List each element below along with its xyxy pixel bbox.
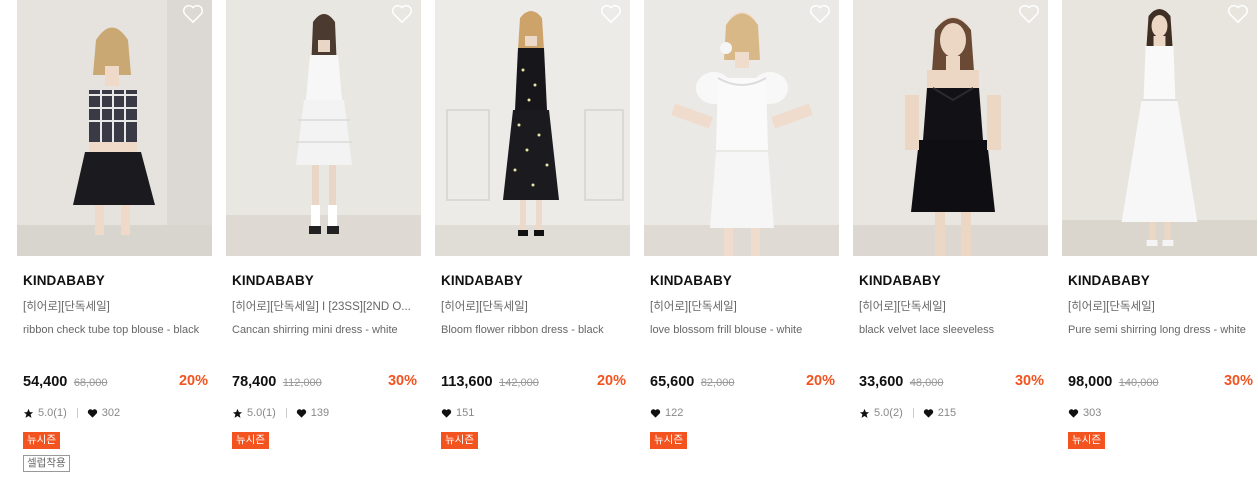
original-price: 68,000 [73, 377, 108, 389]
wishlist-heart-icon[interactable] [809, 4, 831, 24]
product-brand[interactable]: KINDABABY [441, 273, 523, 288]
wishlist-heart-icon[interactable] [182, 4, 204, 24]
wishlist-heart-icon[interactable] [391, 4, 413, 24]
rating-value: 5.0(2) [874, 407, 903, 419]
product-title[interactable]: Bloom flower ribbon dress - black [441, 322, 625, 338]
product-meta: 5.0(2) 215 [859, 407, 956, 419]
price-row: 98,000 140,000 30% [1068, 373, 1253, 391]
badge-new-season: 뉴시즌 [232, 432, 269, 449]
product-image[interactable] [1062, 0, 1257, 256]
star-icon [859, 408, 870, 419]
product-title[interactable]: black velvet lace sleeveless [859, 322, 1043, 338]
price-row: 78,400 112,000 30% [232, 373, 417, 391]
divider [76, 408, 78, 418]
product-image[interactable] [853, 0, 1048, 256]
star-icon [232, 408, 243, 419]
wishlist-heart-icon[interactable] [1018, 4, 1040, 24]
product-image[interactable] [17, 0, 212, 256]
discount-rate: 30% [387, 373, 417, 389]
product-brand[interactable]: KINDABABY [232, 273, 314, 288]
divider [285, 408, 287, 418]
product-meta: 5.0(1) 302 [23, 407, 120, 419]
product-card[interactable]: KINDABABY [히어로][단독세일] I [23SS][2ND O... … [226, 0, 421, 493]
likes: 122 [650, 407, 683, 419]
heart-icon [441, 408, 452, 419]
original-price: 48,000 [909, 377, 944, 389]
product-tags: [히어로][단독세일] I [23SS][2ND O... [232, 301, 411, 313]
product-brand[interactable]: KINDABABY [23, 273, 105, 288]
original-price: 142,000 [499, 377, 539, 389]
product-title[interactable]: Pure semi shirring long dress - white [1068, 322, 1252, 338]
divider [912, 408, 914, 418]
likes-count: 302 [101, 407, 121, 419]
sale-price: 33,600 [859, 374, 904, 390]
original-price: 140,000 [1118, 377, 1159, 389]
product-card[interactable]: KINDABABY [히어로][단독세일] black velvet lace … [853, 0, 1048, 493]
price-row: 113,600 142,000 20% [441, 373, 626, 391]
discount-rate: 30% [1014, 373, 1044, 389]
product-brand[interactable]: KINDABABY [650, 273, 732, 288]
likes-count: 151 [456, 407, 475, 419]
heart-icon [296, 408, 307, 419]
product-grid: KINDABABY [히어로][단독세일] ribbon check tube … [0, 0, 1258, 493]
product-tags: [히어로][단독세일] [23, 301, 110, 313]
discount-rate: 20% [596, 373, 626, 389]
price-row: 33,600 48,000 30% [859, 373, 1044, 391]
likes-count: 303 [1083, 407, 1102, 419]
likes: 151 [441, 407, 474, 419]
rating-value: 5.0(1) [38, 407, 67, 419]
product-card[interactable]: KINDABABY [히어로][단독세일] ribbon check tube … [17, 0, 212, 493]
likes-count: 215 [937, 407, 957, 419]
product-card[interactable]: KINDABABY [히어로][단독세일] love blossom frill… [644, 0, 839, 493]
product-tags: [히어로][단독세일] [441, 301, 528, 313]
product-tags: [히어로][단독세일] [1068, 301, 1155, 313]
badge-new-season: 뉴시즌 [23, 432, 60, 449]
product-meta: 122 [650, 407, 683, 419]
discount-rate: 20% [178, 373, 208, 389]
original-price: 112,000 [282, 377, 322, 389]
sale-price: 54,400 [23, 374, 68, 390]
product-meta: 303 [1068, 407, 1101, 419]
product-card[interactable]: KINDABABY [히어로][단독세일] Bloom flower ribbo… [435, 0, 630, 493]
sale-price: 78,400 [232, 374, 277, 390]
rating-value: 5.0(1) [247, 407, 276, 419]
price-row: 54,400 68,000 20% [23, 373, 208, 391]
product-brand[interactable]: KINDABABY [859, 273, 941, 288]
wishlist-heart-icon[interactable] [1227, 4, 1249, 24]
wishlist-heart-icon[interactable] [600, 4, 622, 24]
product-image[interactable] [226, 0, 421, 256]
badge-new-season: 뉴시즌 [650, 432, 687, 449]
price-row: 65,600 82,000 20% [650, 373, 835, 391]
product-title[interactable]: love blossom frill blouse - white [650, 322, 834, 338]
product-card[interactable]: KINDABABY [히어로][단독세일] Pure semi shirring… [1062, 0, 1258, 493]
badge-new-season: 뉴시즌 [441, 432, 478, 449]
badge-celeb-worn: 셀럽착용 [23, 455, 70, 472]
discount-rate: 20% [805, 373, 835, 389]
product-tags: [히어로][단독세일] [650, 301, 737, 313]
heart-icon [87, 408, 98, 419]
heart-icon [923, 408, 934, 419]
discount-rate: 30% [1223, 373, 1253, 389]
badge-new-season: 뉴시즌 [1068, 432, 1105, 449]
heart-icon [650, 408, 661, 419]
product-image[interactable] [644, 0, 839, 256]
product-meta: 151 [441, 407, 474, 419]
product-brand[interactable]: KINDABABY [1068, 273, 1150, 288]
sale-price: 65,600 [650, 374, 695, 390]
product-title[interactable]: Cancan shirring mini dress - white [232, 322, 416, 338]
sale-price: 113,600 [441, 374, 493, 390]
original-price: 82,000 [700, 377, 735, 389]
heart-icon [1068, 408, 1079, 419]
product-image[interactable] [435, 0, 630, 256]
likes: 303 [1068, 407, 1101, 419]
star-icon [23, 408, 34, 419]
product-tags: [히어로][단독세일] [859, 301, 946, 313]
product-title[interactable]: ribbon check tube top blouse - black [23, 322, 207, 338]
product-meta: 5.0(1) 139 [232, 407, 329, 419]
sale-price: 98,000 [1068, 374, 1113, 390]
likes-count: 122 [665, 407, 684, 419]
likes-count: 139 [310, 407, 330, 419]
